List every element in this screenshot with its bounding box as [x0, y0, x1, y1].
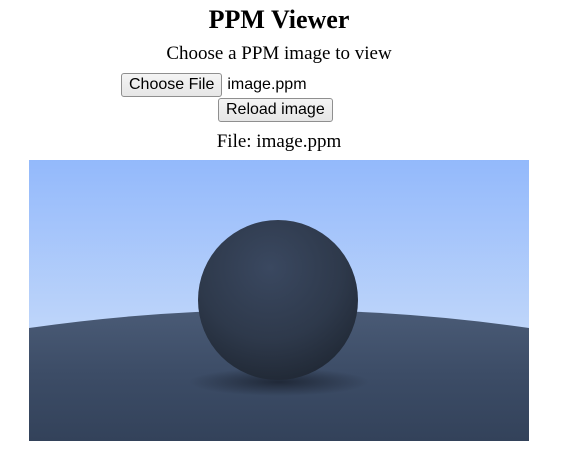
- page-title: PPM Viewer: [208, 5, 350, 34]
- file-input[interactable]: Choose File image.ppm: [121, 72, 307, 98]
- rendered-image: [29, 160, 529, 441]
- file-label: File: image.ppm: [216, 131, 342, 152]
- selected-file-name: image.ppm: [227, 76, 307, 93]
- sphere: [198, 220, 358, 380]
- choose-file-button[interactable]: Choose File: [121, 73, 223, 97]
- image-canvas: [29, 160, 529, 441]
- reload-image-button[interactable]: Reload image: [218, 98, 333, 122]
- page-subtitle: Choose a PPM image to view: [166, 43, 392, 64]
